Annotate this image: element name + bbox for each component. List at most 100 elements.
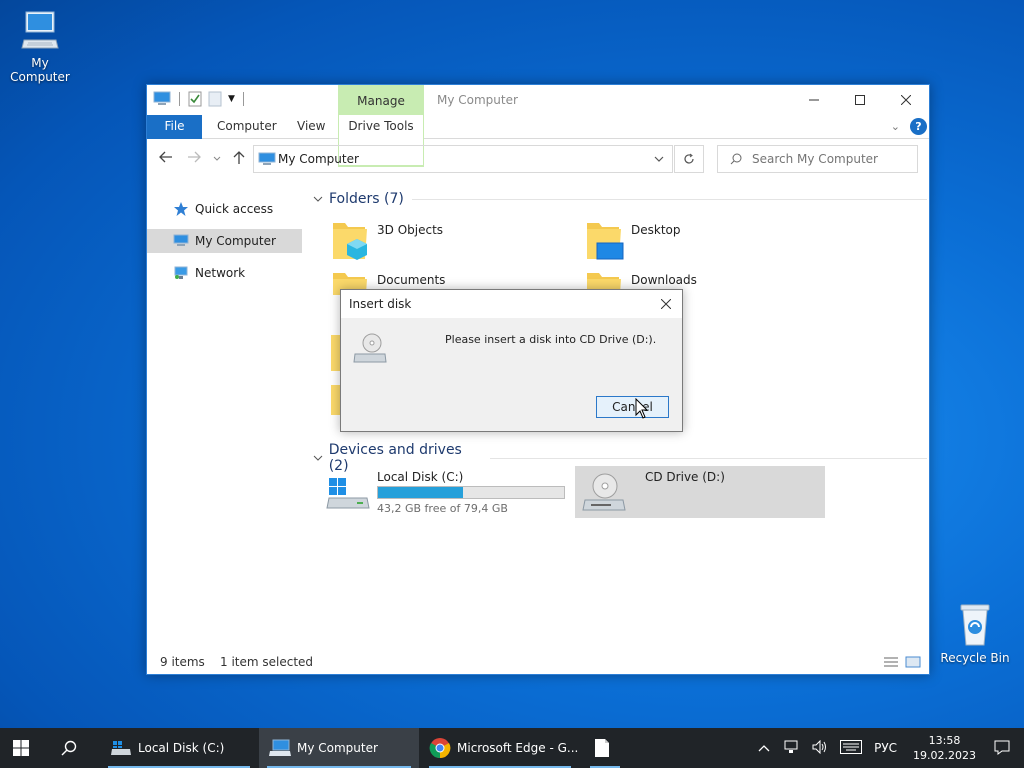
cd-drive-icon — [353, 333, 387, 363]
dialog-title-bar[interactable]: Insert disk — [341, 290, 682, 318]
search-icon — [730, 153, 742, 165]
close-button[interactable] — [883, 85, 929, 115]
search-button[interactable] — [48, 728, 96, 768]
clock[interactable]: 13:58 19.02.2023 — [913, 733, 976, 763]
toolbar-separator — [179, 92, 180, 106]
properties-icon[interactable] — [188, 91, 202, 107]
folder-3d-objects-icon — [333, 223, 367, 260]
document-icon — [595, 739, 609, 757]
language-indicator[interactable]: РУС — [874, 741, 897, 755]
star-icon — [174, 202, 188, 216]
tab-manage[interactable]: Manage — [338, 85, 424, 115]
start-button[interactable] — [0, 728, 48, 768]
address-dropdown-icon[interactable] — [654, 152, 664, 166]
ribbon-tabs: File Computer View Drive Tools ⌄ ? — [147, 115, 929, 167]
drive-label: Local Disk (C:) — [377, 470, 464, 484]
show-hidden-icons-icon[interactable] — [758, 741, 770, 755]
address-path[interactable]: My Computer — [278, 152, 359, 166]
group-title: Folders (7) — [329, 191, 404, 207]
recent-locations-button[interactable] — [213, 152, 221, 166]
close-icon — [661, 299, 671, 309]
chevron-down-icon — [313, 196, 323, 202]
refresh-button[interactable] — [674, 145, 704, 173]
status-item-count: 9 items — [160, 655, 205, 669]
chevron-down-icon — [313, 455, 323, 461]
drive-cd-d[interactable]: CD Drive (D:) — [575, 466, 825, 518]
status-selection: 1 item selected — [220, 655, 314, 669]
drive-usage-bar — [377, 486, 565, 499]
tab-view[interactable]: View — [297, 115, 325, 139]
large-icons-view-icon[interactable] — [905, 656, 921, 668]
nav-item-network[interactable]: Network — [147, 261, 302, 285]
title-bar[interactable]: ▼ Manage My Computer — [147, 85, 929, 115]
close-icon — [901, 95, 911, 105]
quick-access-toolbar: ▼ — [153, 91, 246, 107]
search-icon — [61, 740, 77, 756]
details-view-icon[interactable] — [883, 656, 899, 668]
clock-date: 19.02.2023 — [913, 749, 976, 762]
address-bar-row: My Computer — [147, 139, 929, 179]
group-header-folders[interactable]: Folders (7) — [313, 191, 927, 207]
drive-icon — [111, 741, 131, 755]
nav-item-label: Quick access — [195, 202, 274, 216]
notifications-icon[interactable] — [994, 739, 1010, 758]
taskbar-item-label: Microsoft Edge - G... — [457, 741, 579, 755]
nav-item-my-computer[interactable]: My Computer — [147, 229, 302, 253]
chevron-down-icon — [213, 156, 221, 161]
volume-icon[interactable] — [812, 739, 828, 757]
tab-file[interactable]: File — [147, 115, 202, 139]
taskbar-item-edge[interactable]: Microsoft Edge - G... — [421, 728, 579, 768]
windows-logo-icon — [13, 740, 29, 756]
taskbar-item-notepad[interactable] — [582, 728, 628, 768]
taskbar-item-local-disk[interactable]: Local Disk (C:) — [100, 728, 258, 768]
windows-drive-icon — [326, 478, 370, 509]
computer-icon — [153, 91, 171, 105]
insert-disk-dialog: Insert disk Please insert a disk into CD… — [340, 289, 683, 432]
taskbar: Local Disk (C:) My Computer Microsoft Ed… — [0, 728, 1024, 768]
dialog-message: Please insert a disk into CD Drive (D:). — [445, 333, 657, 346]
desktop-icon-recycle-bin[interactable]: Recycle Bin — [935, 603, 1015, 665]
back-button[interactable] — [159, 151, 173, 166]
search-input[interactable] — [752, 152, 902, 166]
computer-icon — [258, 152, 276, 165]
nav-item-quick-access[interactable]: Quick access — [147, 197, 302, 221]
address-box[interactable]: My Computer — [253, 145, 673, 173]
network-icon[interactable] — [784, 740, 800, 757]
chrome-icon — [429, 738, 451, 759]
folder-label: 3D Objects — [377, 223, 444, 237]
search-box[interactable] — [717, 145, 918, 173]
desktop-icon-my-computer[interactable]: My Computer — [0, 10, 80, 84]
network-icon — [174, 266, 188, 279]
minimize-button[interactable] — [791, 85, 837, 115]
drive-local-disk-c[interactable]: Local Disk (C:) 43,2 GB free of 79,4 GB — [307, 466, 577, 518]
maximize-button[interactable] — [837, 85, 883, 115]
desktop-icon-label: Recycle Bin — [940, 651, 1010, 665]
window-title: My Computer — [437, 93, 518, 107]
toolbar-separator — [242, 92, 244, 106]
dialog-close-button[interactable] — [656, 295, 676, 313]
arrow-up-icon — [233, 151, 245, 164]
clock-time: 13:58 — [928, 734, 961, 747]
taskbar-item-my-computer[interactable]: My Computer — [259, 728, 419, 768]
up-button[interactable] — [233, 151, 245, 168]
cancel-button[interactable]: Cancel — [596, 396, 669, 418]
expand-ribbon-icon[interactable]: ⌄ — [891, 120, 900, 133]
system-tray: РУС 13:58 19.02.2023 — [750, 728, 1024, 768]
computer-icon — [21, 11, 59, 49]
folder-3d-objects[interactable]: 3D Objects — [307, 219, 557, 269]
taskbar-item-label: Local Disk (C:) — [138, 741, 225, 755]
customize-toolbar-icon[interactable]: ▼ — [228, 94, 235, 104]
keyboard-icon[interactable] — [840, 739, 863, 757]
tab-computer[interactable]: Computer — [217, 115, 277, 139]
nav-item-label: Network — [195, 266, 246, 280]
new-folder-icon[interactable] — [208, 91, 222, 107]
folder-label: Desktop — [631, 223, 681, 237]
forward-button[interactable] — [187, 151, 201, 166]
nav-item-label: My Computer — [195, 234, 276, 248]
folder-desktop[interactable]: Desktop — [561, 219, 811, 269]
folder-label: Documents — [377, 273, 446, 287]
help-icon[interactable]: ? — [910, 118, 927, 135]
minimize-icon — [809, 99, 819, 101]
mouse-cursor-icon — [635, 398, 649, 419]
dialog-title: Insert disk — [349, 297, 412, 311]
